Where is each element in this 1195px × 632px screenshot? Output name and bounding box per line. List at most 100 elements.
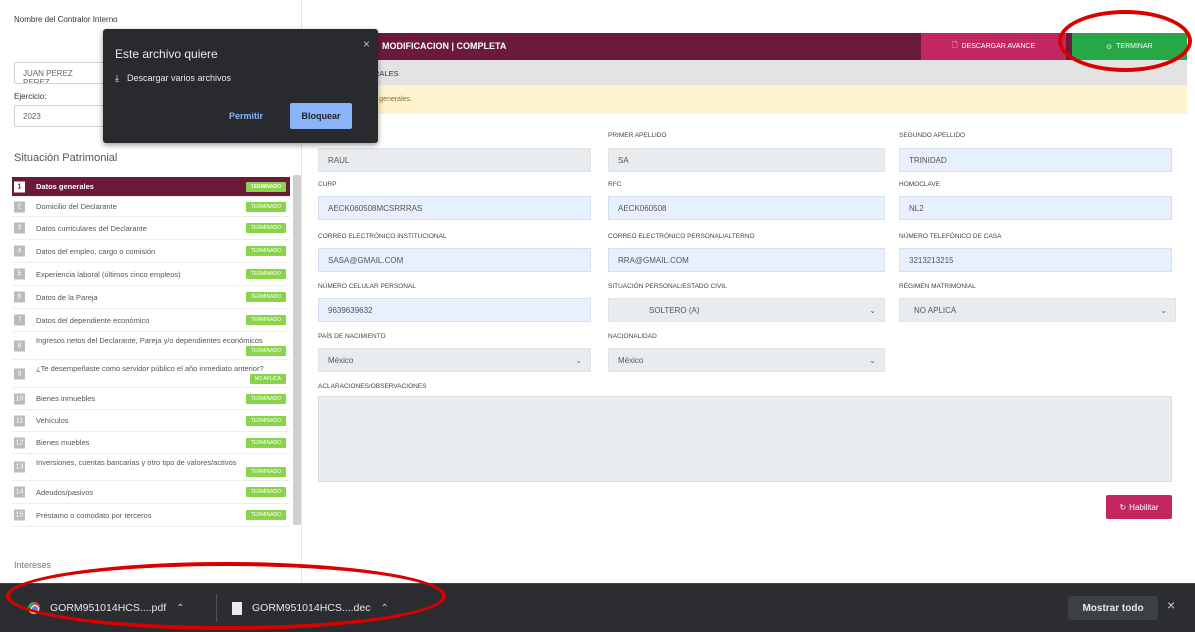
close-icon[interactable]: × — [1167, 597, 1175, 613]
status-badge: TERMINADO — [245, 181, 286, 192]
nacionalidad-value: México — [618, 356, 644, 365]
sidebar-item-muebles[interactable]: 12 Bienes muebles TERMINADO — [12, 432, 290, 454]
divider — [216, 594, 217, 622]
sidebar-item-prestamo[interactable]: 15 Préstamo o comodato por terceros TERM… — [12, 504, 290, 527]
download-icon: ⤓ — [115, 73, 119, 83]
status-badge: TERMINADO — [246, 223, 286, 233]
sidebar-item-domicilio[interactable]: 2 Domicilio del Declarante TERMINADO — [12, 197, 290, 217]
primer-apellido-label: PRIMER APELLIDO — [608, 132, 667, 139]
celular-field[interactable]: 9639639632 — [318, 298, 591, 322]
status-badge: TERMINADO — [246, 201, 286, 212]
chevron-up-icon[interactable]: ⌃ — [380, 603, 388, 614]
download-filename: GORM951014HCS....dec — [252, 602, 371, 614]
habilitar-button[interactable]: ↻ Habilitar — [1106, 495, 1172, 519]
download-progress-button[interactable]: 🗋 DESCARGAR AVANCE — [921, 33, 1066, 60]
sidebar-item-label: Inversiones, cuentas bancarias y otro ti… — [36, 458, 237, 467]
item-number: 7 — [14, 314, 25, 326]
item-number: 3 — [14, 222, 25, 234]
correo-personal-label: CORREO ELECTRÓNICO PERSONAL/ALTERNO — [608, 233, 755, 240]
ejercicio-input[interactable]: 2023 — [14, 105, 104, 127]
nacionalidad-select[interactable]: México ⌄ — [608, 348, 885, 372]
item-number: 5 — [14, 268, 25, 280]
celular-label: NÚMERO CELULAR PERSONAL — [318, 283, 416, 290]
download-filename: GORM951014HCS....pdf — [50, 602, 167, 614]
allow-button[interactable]: Permitir — [229, 111, 263, 121]
sidebar-item-curriculares[interactable]: 3 Datos curriculares del Declarante TERM… — [12, 217, 290, 240]
sidebar-item-inmuebles[interactable]: 10 Bienes inmuebles TERMINADO — [12, 388, 290, 410]
curp-label: CURP — [318, 181, 337, 188]
close-icon[interactable]: × — [363, 37, 370, 51]
pais-select[interactable]: México ⌄ — [318, 348, 591, 372]
telefono-casa-label: NÚMERO TELEFÓNICO DE CASA — [899, 233, 1002, 240]
item-number: 1 — [14, 181, 25, 192]
regimen-select[interactable]: NO APLICA ⌄ — [899, 298, 1176, 322]
segundo-apellido-label: SEGUNDO APELLIDO — [899, 132, 966, 139]
sidebar-item-experiencia[interactable]: 5 Experiencia laboral (últimos cinco emp… — [12, 263, 290, 286]
download-item-pdf[interactable]: GORM951014HCS....pdf ⌃ — [28, 597, 185, 619]
info-alert: tos generales. — [302, 85, 1187, 114]
sidebar-item-label: Ingresos netos del Declarante, Pareja y/… — [36, 336, 263, 345]
block-button[interactable]: Bloquear — [290, 103, 352, 129]
curp-field[interactable]: AECK060508MCSRRRAS — [318, 196, 591, 220]
sidebar-item-servidor-publico[interactable]: 9 ¿Te desempeñaste como servidor público… — [12, 360, 290, 388]
item-number: 8 — [14, 340, 25, 351]
status-badge: TERMINADO — [246, 315, 286, 325]
status-badge: TERMINADO — [246, 269, 286, 279]
chevron-down-icon: ⌄ — [1160, 306, 1167, 315]
rfc-field[interactable]: AECK060508 — [608, 196, 885, 220]
regimen-value: NO APLICA — [914, 306, 957, 315]
item-number: 6 — [14, 291, 25, 303]
sidebar-item-ingresos[interactable]: 8 Ingresos netos del Declarante, Pareja … — [12, 332, 290, 360]
popup-message: ⤓ Descargar varios archivos — [115, 73, 231, 84]
page-title: MODIFICACION | COMPLETA — [382, 41, 507, 51]
chevron-down-icon: ⌄ — [869, 306, 876, 315]
sidebar-item-pareja[interactable]: 6 Datos de la Pareja TERMINADO — [12, 286, 290, 309]
finish-button[interactable]: ⊙ TERMINAR — [1072, 33, 1187, 60]
section-list: 1 Datos generales TERMINADO 2 Domicilio … — [12, 177, 290, 527]
contralor-input[interactable]: JUAN PEREZ PEREZ — [14, 62, 104, 84]
item-number: 9 — [14, 368, 25, 379]
sidebar-item-vehiculos[interactable]: 11 Vehículos TERMINADO — [12, 410, 290, 432]
sidebar-item-empleo[interactable]: 4 Datos del empleo, cargo o comisión TER… — [12, 240, 290, 263]
sidebar-scrollbar[interactable] — [293, 175, 301, 525]
status-badge: NO APLICA — [249, 374, 286, 384]
sidebar-item-dependiente[interactable]: 7 Datos del dependiente económico TERMIN… — [12, 309, 290, 332]
sidebar-item-adeudos[interactable]: 14 Adeudos/pasivos TERMINADO — [12, 481, 290, 504]
nacionalidad-label: NACIONALIDAD — [608, 333, 657, 340]
aclaraciones-textarea[interactable] — [318, 396, 1172, 482]
correo-institucional-label: CORREO ELECTRÓNICO INSTITUCIONAL — [318, 233, 447, 240]
status-badge: TERMINADO — [246, 437, 286, 448]
estado-civil-select[interactable]: SOLTERO (A) ⌄ — [608, 298, 885, 322]
download-item-dec[interactable]: GORM951014HCS....dec ⌃ — [232, 597, 389, 619]
nombre-field[interactable]: RAUL — [318, 148, 591, 172]
telefono-casa-field[interactable]: 3213213215 — [899, 248, 1172, 272]
status-badge: TERMINADO — [246, 415, 286, 426]
status-badge: TERMINADO — [246, 346, 286, 356]
status-badge: TERMINADO — [246, 487, 286, 497]
ejercicio-label: Ejercicio: — [14, 92, 47, 101]
segundo-apellido-field[interactable]: TRINIDAD — [899, 148, 1172, 172]
primer-apellido-field[interactable]: SA — [608, 148, 885, 172]
item-number: 12 — [14, 437, 25, 448]
correo-personal-field[interactable]: RRA@GMAIL.COM — [608, 248, 885, 272]
chevron-down-icon: ⌄ — [575, 356, 582, 365]
item-number: 13 — [14, 461, 25, 473]
aclaraciones-label: ACLARACIONES/OBSERVACIONES — [318, 383, 427, 390]
intereses-section-title: Intereses — [14, 560, 52, 570]
item-number: 10 — [14, 393, 25, 404]
item-number: 14 — [14, 486, 25, 498]
download-progress-label: DESCARGAR AVANCE — [961, 43, 1036, 50]
item-number: 2 — [14, 201, 25, 212]
item-number: 11 — [14, 415, 25, 426]
homoclave-field[interactable]: NL2 — [899, 196, 1172, 220]
show-all-button[interactable]: Mostrar todo — [1068, 596, 1158, 620]
correo-institucional-field[interactable]: SASA@GMAIL.COM — [318, 248, 591, 272]
sidebar-item-datos-generales[interactable]: 1 Datos generales TERMINADO — [12, 177, 290, 197]
status-badge: TERMINADO — [246, 467, 286, 477]
file-icon: 🗋 — [951, 42, 958, 49]
finish-label: TERMINAR — [1116, 43, 1153, 50]
sidebar-item-inversiones[interactable]: 13 Inversiones, cuentas bancarias y otro… — [12, 454, 290, 481]
chevron-up-icon[interactable]: ⌃ — [176, 603, 184, 614]
refresh-icon: ↻ — [1119, 502, 1127, 512]
sidebar-item-label: ¿Te desempeñaste como servidor público e… — [36, 364, 264, 373]
